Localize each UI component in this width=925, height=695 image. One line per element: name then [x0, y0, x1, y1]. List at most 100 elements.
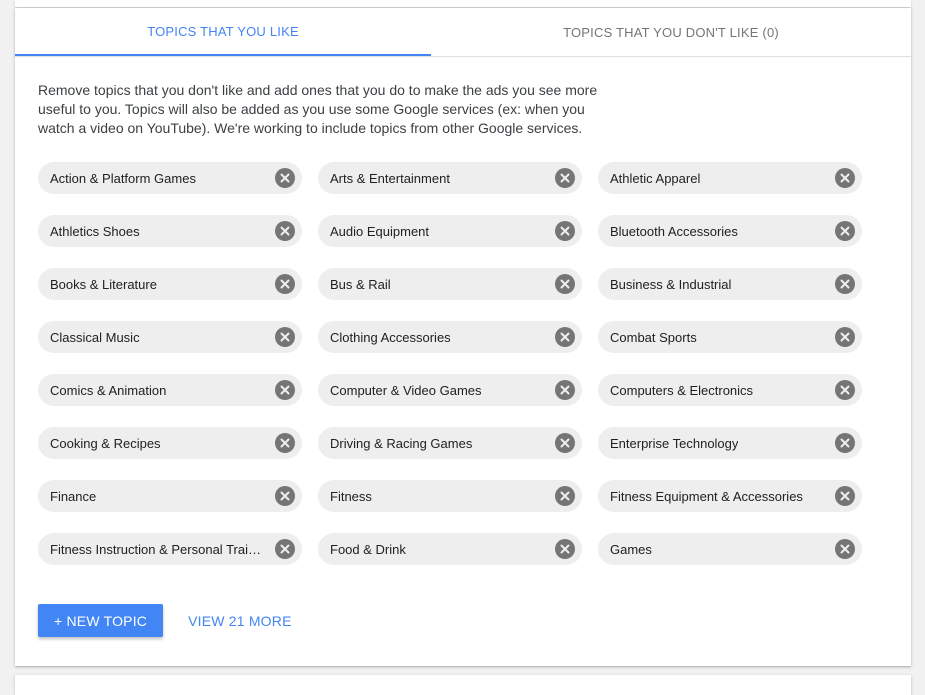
remove-topic-button[interactable] — [554, 432, 576, 454]
close-circle-icon — [555, 539, 575, 559]
close-circle-icon — [555, 168, 575, 188]
remove-topic-button[interactable] — [274, 432, 296, 454]
close-circle-icon — [555, 274, 575, 294]
remove-topic-button[interactable] — [274, 220, 296, 242]
topic-chip-label: Business & Industrial — [610, 276, 732, 292]
topic-chip: Fitness — [318, 480, 582, 512]
description-text: Remove topics that you don't like and ad… — [38, 82, 598, 136]
topic-chip-label: Enterprise Technology — [610, 435, 739, 451]
topic-chip-label: Arts & Entertainment — [330, 170, 450, 186]
close-circle-icon — [835, 539, 855, 559]
topic-chip: Business & Industrial — [598, 268, 862, 300]
topic-chip-label: Combat Sports — [610, 329, 697, 345]
topic-chip: Books & Literature — [38, 268, 302, 300]
remove-topic-button[interactable] — [834, 167, 856, 189]
topic-chip-label: Clothing Accessories — [330, 329, 451, 345]
remove-topic-button[interactable] — [834, 273, 856, 295]
close-circle-icon — [835, 221, 855, 241]
tab-topics-you-dont-like[interactable]: TOPICS THAT YOU DON'T LIKE (0) — [431, 8, 911, 56]
remove-topic-button[interactable] — [554, 273, 576, 295]
close-circle-icon — [835, 274, 855, 294]
remove-topic-button[interactable] — [274, 273, 296, 295]
topic-chip-label: Cooking & Recipes — [50, 435, 161, 451]
topic-chip-label: Action & Platform Games — [50, 170, 196, 186]
close-circle-icon — [275, 380, 295, 400]
topic-chip: Classical Music — [38, 321, 302, 353]
remove-topic-button[interactable] — [834, 220, 856, 242]
close-circle-icon — [275, 168, 295, 188]
remove-topic-button[interactable] — [834, 379, 856, 401]
close-circle-icon — [555, 486, 575, 506]
next-card-edge — [15, 675, 911, 695]
remove-topic-button[interactable] — [274, 167, 296, 189]
topic-chip: Cooking & Recipes — [38, 427, 302, 459]
remove-topic-button[interactable] — [274, 379, 296, 401]
topic-chip-label: Classical Music — [50, 329, 140, 345]
tab-topics-you-like[interactable]: TOPICS THAT YOU LIKE — [15, 8, 431, 56]
topic-chip: Athletic Apparel — [598, 162, 862, 194]
topic-chip-label: Bluetooth Accessories — [610, 223, 738, 239]
topic-chip: Bluetooth Accessories — [598, 215, 862, 247]
remove-topic-button[interactable] — [554, 167, 576, 189]
close-circle-icon — [275, 486, 295, 506]
previous-card-edge — [15, 0, 911, 7]
topic-chip: Games — [598, 533, 862, 565]
topic-chip-label: Finance — [50, 488, 97, 504]
close-circle-icon — [275, 327, 295, 347]
topic-chip-label: Comics & Animation — [50, 382, 167, 398]
topic-chip-label: Fitness — [330, 488, 372, 504]
view-more-button[interactable]: VIEW 21 MORE — [188, 613, 292, 629]
topic-chip-label: Computers & Electronics — [610, 382, 754, 398]
topic-chip: Food & Drink — [318, 533, 582, 565]
topic-chip-label: Games — [610, 541, 652, 557]
close-circle-icon — [835, 380, 855, 400]
close-circle-icon — [835, 486, 855, 506]
topic-chip-label: Food & Drink — [330, 541, 406, 557]
topic-chip: Enterprise Technology — [598, 427, 862, 459]
remove-topic-button[interactable] — [554, 379, 576, 401]
close-circle-icon — [275, 433, 295, 453]
topic-chip-label: Athletic Apparel — [610, 170, 701, 186]
new-topic-button[interactable]: + NEW TOPIC — [38, 604, 164, 637]
remove-topic-button[interactable] — [274, 538, 296, 560]
topic-chip: Computers & Electronics — [598, 374, 862, 406]
topic-chip: Combat Sports — [598, 321, 862, 353]
topic-chip-label: Driving & Racing Games — [330, 435, 473, 451]
remove-topic-button[interactable] — [834, 485, 856, 507]
topic-chip: Audio Equipment — [318, 215, 582, 247]
topic-chip-label: Audio Equipment — [330, 223, 430, 239]
topic-chip: Finance — [38, 480, 302, 512]
topic-chip: Arts & Entertainment — [318, 162, 582, 194]
remove-topic-button[interactable] — [834, 538, 856, 560]
close-circle-icon — [835, 433, 855, 453]
close-circle-icon — [275, 539, 295, 559]
topic-chip: Action & Platform Games — [38, 162, 302, 194]
remove-topic-button[interactable] — [834, 326, 856, 348]
topic-chip: Fitness Instruction & Personal Training — [38, 533, 302, 565]
remove-topic-button[interactable] — [554, 538, 576, 560]
actions-row: + NEW TOPIC VIEW 21 MORE — [38, 604, 292, 637]
remove-topic-button[interactable] — [554, 485, 576, 507]
close-circle-icon — [555, 327, 575, 347]
ad-topics-card: TOPICS THAT YOU LIKE TOPICS THAT YOU DON… — [15, 8, 911, 666]
close-circle-icon — [275, 221, 295, 241]
topic-chip: Clothing Accessories — [318, 321, 582, 353]
topic-chip: Comics & Animation — [38, 374, 302, 406]
close-circle-icon — [555, 433, 575, 453]
remove-topic-button[interactable] — [554, 220, 576, 242]
close-circle-icon — [835, 168, 855, 188]
remove-topic-button[interactable] — [554, 326, 576, 348]
remove-topic-button[interactable] — [834, 432, 856, 454]
topic-chip-grid: Action & Platform Games Arts & Entertainm… — [38, 162, 862, 565]
tab-bar: TOPICS THAT YOU LIKE TOPICS THAT YOU DON… — [15, 8, 911, 57]
topic-chip-label: Fitness Instruction & Personal Training — [50, 541, 264, 557]
remove-topic-button[interactable] — [274, 326, 296, 348]
topic-chip-label: Athletics Shoes — [50, 223, 140, 239]
close-circle-icon — [555, 221, 575, 241]
topic-chip: Computer & Video Games — [318, 374, 582, 406]
remove-topic-button[interactable] — [274, 485, 296, 507]
close-circle-icon — [555, 380, 575, 400]
topic-chip-label: Computer & Video Games — [330, 382, 482, 398]
topic-chip: Bus & Rail — [318, 268, 582, 300]
topic-chip-label: Bus & Rail — [330, 276, 391, 292]
